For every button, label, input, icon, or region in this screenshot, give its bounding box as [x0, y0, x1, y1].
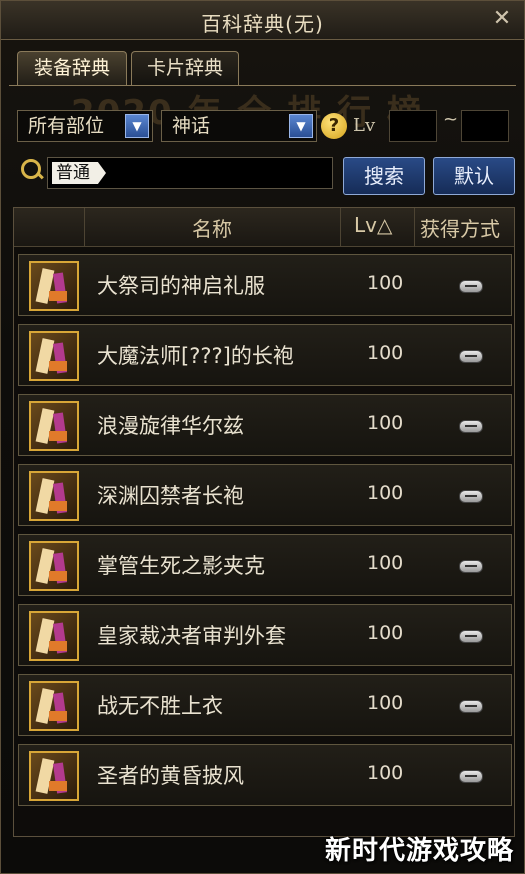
item-level: 100 — [367, 552, 404, 574]
list-item[interactable]: 战无不胜上衣 100 — [18, 674, 512, 736]
list-item[interactable]: 大魔法师[???]的长袍 100 — [18, 324, 512, 386]
rarity-select[interactable]: 神话 ▼ — [161, 110, 317, 142]
minus-pill-icon[interactable] — [459, 490, 483, 503]
rarity-select-value: 神话 — [172, 115, 211, 137]
item-level: 100 — [367, 342, 404, 364]
header-acquire[interactable]: 获得方式 — [420, 213, 500, 242]
minus-pill-icon[interactable] — [459, 630, 483, 643]
item-name: 掌管生死之影夹克 — [97, 554, 265, 578]
minus-pill-icon[interactable] — [459, 770, 483, 783]
item-level: 100 — [367, 762, 404, 784]
item-name: 战无不胜上衣 — [97, 694, 223, 718]
lv-range-separator: ~ — [443, 109, 459, 130]
item-name: 大魔法师[???]的长袍 — [97, 344, 294, 368]
item-icon — [29, 401, 79, 451]
header-name[interactable]: 名称 — [192, 213, 232, 242]
list-item[interactable]: 浪漫旋律华尔兹 100 — [18, 394, 512, 456]
search-icon — [21, 159, 41, 179]
help-icon[interactable]: ? — [321, 113, 347, 139]
item-icon — [29, 541, 79, 591]
minus-pill-icon[interactable] — [459, 280, 483, 293]
minus-pill-icon[interactable] — [459, 560, 483, 573]
list-item[interactable]: 圣者的黄昏披风 100 — [18, 744, 512, 806]
item-level: 100 — [367, 692, 404, 714]
header-divider — [84, 208, 85, 246]
close-icon[interactable]: ✕ — [490, 7, 514, 31]
tab-equipment-dictionary[interactable]: 装备辞典 — [17, 51, 127, 85]
list-header: 名称 Lv△ 获得方式 — [14, 208, 514, 247]
site-watermark: 新时代游戏攻略 — [324, 836, 514, 866]
search-tag: 普通 — [52, 162, 106, 184]
list-item[interactable]: 皇家裁决者审判外套 100 — [18, 604, 512, 666]
header-lv[interactable]: Lv△ — [354, 213, 392, 237]
item-name: 大祭司的神启礼服 — [97, 274, 265, 298]
list-item[interactable]: 深渊囚禁者长袍 100 — [18, 464, 512, 526]
item-level: 100 — [367, 482, 404, 504]
list-item[interactable]: 掌管生死之影夹克 100 — [18, 534, 512, 596]
chevron-down-icon[interactable]: ▼ — [125, 114, 149, 138]
part-select[interactable]: 所有部位 ▼ — [17, 110, 153, 142]
header-divider — [340, 208, 341, 246]
item-name: 浪漫旋律华尔兹 — [97, 414, 244, 438]
search-button[interactable]: 搜索 — [343, 157, 425, 195]
title-bar[interactable]: 百科辞典(无) ✕ — [1, 1, 524, 40]
default-button[interactable]: 默认 — [433, 157, 515, 195]
item-icon — [29, 751, 79, 801]
item-icon — [29, 471, 79, 521]
minus-pill-icon[interactable] — [459, 420, 483, 433]
tab-card-dictionary[interactable]: 卡片辞典 — [131, 51, 239, 85]
search-input[interactable]: 普通 — [47, 157, 333, 189]
lv-label: Lv — [353, 115, 376, 136]
chevron-down-icon[interactable]: ▼ — [289, 114, 313, 138]
lv-min-input[interactable] — [389, 110, 437, 142]
encyclopedia-window: 百科辞典(无) ✕ 装备辞典 卡片辞典 2020 年 全 排 行 榜 所有部位 … — [0, 0, 525, 874]
header-divider — [414, 208, 415, 246]
item-name: 皇家裁决者审判外套 — [97, 624, 286, 648]
item-icon — [29, 611, 79, 661]
lv-max-input[interactable] — [461, 110, 509, 142]
item-name: 深渊囚禁者长袍 — [97, 484, 244, 508]
item-list: 名称 Lv△ 获得方式 大祭司的神启礼服 100 大魔法师[???]的长袍 10… — [13, 207, 515, 837]
item-icon — [29, 331, 79, 381]
list-item[interactable]: 大祭司的神启礼服 100 — [18, 254, 512, 316]
item-level: 100 — [367, 412, 404, 434]
item-name: 圣者的黄昏披风 — [97, 764, 244, 788]
minus-pill-icon[interactable] — [459, 700, 483, 713]
item-level: 100 — [367, 622, 404, 644]
item-level: 100 — [367, 272, 404, 294]
item-icon — [29, 681, 79, 731]
minus-pill-icon[interactable] — [459, 350, 483, 363]
part-select-value: 所有部位 — [28, 115, 105, 137]
window-title: 百科辞典(无) — [201, 12, 324, 36]
item-icon — [29, 261, 79, 311]
